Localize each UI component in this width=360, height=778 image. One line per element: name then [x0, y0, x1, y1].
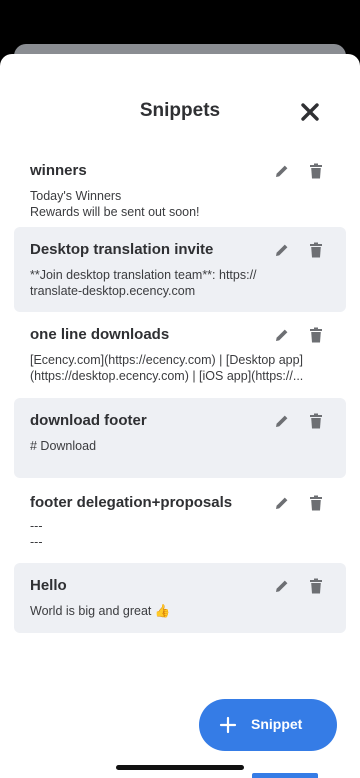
pencil-icon — [276, 497, 288, 509]
snippet-item[interactable]: winners Today's Winners Rewards will be … — [14, 148, 346, 228]
snippet-item[interactable]: one line downloads [Ecency.com](https://… — [14, 312, 346, 398]
edit-button[interactable] — [271, 492, 293, 514]
edit-button[interactable] — [271, 575, 293, 597]
delete-button[interactable] — [305, 239, 327, 261]
pencil-icon — [276, 329, 288, 341]
edit-button[interactable] — [271, 160, 293, 182]
delete-button[interactable] — [305, 160, 327, 182]
snippet-body: --- --- — [30, 519, 43, 549]
trash-icon — [310, 327, 322, 343]
snippet-title: Desktop translation invite — [30, 241, 214, 258]
snippet-title: one line downloads — [30, 326, 170, 343]
trash-icon — [310, 242, 322, 258]
snippet-title: Hello — [30, 577, 67, 594]
snippet-body: **Join desktop translation team**: https… — [30, 268, 257, 298]
delete-button[interactable] — [305, 575, 327, 597]
snippet-title: winners — [30, 162, 87, 179]
delete-button[interactable] — [305, 410, 327, 432]
close-button[interactable] — [296, 98, 324, 126]
app-screen: Snippets winners Today's Winners Rewards… — [0, 0, 360, 778]
edit-button[interactable] — [271, 239, 293, 261]
pencil-icon — [276, 244, 288, 256]
trash-icon — [310, 578, 322, 594]
delete-button[interactable] — [305, 492, 327, 514]
snippet-body: Today's Winners Rewards will be sent out… — [30, 189, 200, 219]
snippet-item[interactable]: download footer # Download — [14, 398, 346, 478]
snippet-title: footer delegation+proposals — [30, 494, 233, 511]
snippet-item[interactable]: footer delegation+proposals --- --- — [14, 478, 346, 563]
pencil-icon — [276, 415, 288, 427]
plus-icon — [219, 716, 237, 734]
home-indicator[interactable] — [116, 765, 244, 770]
edit-button[interactable] — [271, 324, 293, 346]
bottom-bar-edge — [252, 773, 318, 778]
snippet-item[interactable]: Desktop translation invite **Join deskto… — [14, 227, 346, 312]
snippet-body: [Ecency.com](https://ecency.com) | [Desk… — [30, 353, 304, 383]
snippet-body: World is big and great 👍 — [30, 604, 171, 618]
snippet-body: # Download — [30, 439, 97, 453]
snippet-item[interactable]: Hello World is big and great 👍 — [14, 563, 346, 633]
snippet-title: download footer — [30, 412, 147, 429]
trash-icon — [310, 413, 322, 429]
add-snippet-button[interactable]: Snippet — [199, 699, 337, 751]
snippets-modal: Snippets winners Today's Winners Rewards… — [0, 54, 360, 778]
edit-button[interactable] — [271, 410, 293, 432]
add-snippet-label: Snippet — [251, 716, 303, 732]
close-icon — [301, 103, 319, 121]
delete-button[interactable] — [305, 324, 327, 346]
trash-icon — [310, 495, 322, 511]
pencil-icon — [276, 165, 288, 177]
trash-icon — [310, 163, 322, 179]
pencil-icon — [276, 580, 288, 592]
snippet-list: winners Today's Winners Rewards will be … — [14, 148, 346, 633]
